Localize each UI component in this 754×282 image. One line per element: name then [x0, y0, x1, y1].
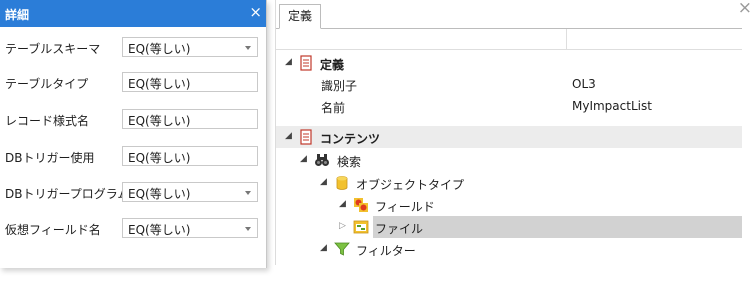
db-trigger-use-input[interactable]: EQ(等しい) [122, 146, 258, 166]
tree-node-label: フィルター [356, 244, 416, 258]
property-label: 名前 [321, 101, 346, 115]
tree-node-object-type[interactable]: ◢ オブジェクトタイプ [276, 172, 742, 194]
table-schema-select[interactable]: EQ(等しい) [122, 37, 258, 57]
document-icon [300, 129, 312, 145]
tree-node-field[interactable]: ◢ フィールド [276, 194, 742, 216]
column-header [276, 29, 742, 50]
virtual-field-select[interactable]: EQ(等しい) [122, 218, 258, 238]
tree-node-label: オブジェクトタイプ [356, 178, 465, 192]
tree-node-label: コンテンツ [320, 132, 381, 146]
tab-bar: 定義 [276, 0, 742, 29]
field-value: EQ(等しい) [128, 187, 191, 201]
collapse-icon[interactable]: ◢ [320, 243, 327, 253]
field-label: テーブルタイプ [5, 77, 89, 91]
field-row-table-schema: テーブルスキーマ EQ(等しい) [0, 37, 266, 59]
expand-icon[interactable]: ▷ [339, 221, 346, 231]
field-label: DBトリガープログラム [5, 187, 130, 201]
db-trigger-program-select[interactable]: EQ(等しい) [122, 182, 258, 202]
database-icon [336, 176, 348, 190]
collapse-icon[interactable]: ◢ [339, 199, 346, 209]
selection-highlight [373, 216, 742, 238]
collapse-icon[interactable]: ◢ [285, 57, 292, 67]
field-value: EQ(等しい) [128, 151, 191, 165]
field-row-db-trigger-use: DBトリガー使用 EQ(等しい) [0, 146, 266, 168]
field-row-table-type: テーブルタイプ EQ(等しい) [0, 72, 266, 94]
property-row-identifier: 識別子 OL3 [276, 74, 742, 96]
close-icon[interactable]: × [249, 3, 262, 21]
document-icon [300, 55, 312, 71]
table-type-input[interactable]: EQ(等しい) [122, 72, 258, 92]
binoculars-icon [315, 154, 329, 166]
field-row-record-format: レコード様式名 EQ(等しい) [0, 109, 266, 131]
chevron-down-icon[interactable] [245, 46, 251, 50]
detail-panel-title: 詳細 [5, 8, 30, 22]
detail-panel-header: 詳細 × [0, 0, 266, 27]
chevron-down-icon[interactable] [245, 191, 251, 195]
property-value: MyImpactList [572, 99, 652, 113]
field-icon [354, 198, 368, 212]
tree-node-label: 検索 [337, 155, 362, 169]
tree-node-search[interactable]: ◢ 検索 [276, 149, 742, 171]
close-icon[interactable]: × [738, 0, 752, 18]
property-value: OL3 [572, 77, 596, 91]
funnel-icon [334, 242, 350, 256]
collapse-icon[interactable]: ◢ [300, 154, 307, 164]
field-value: EQ(等しい) [128, 223, 191, 237]
tab-definition[interactable]: 定義 [279, 4, 322, 29]
tree-node-contents[interactable]: ◢ コンテンツ [276, 126, 742, 148]
field-row-virtual-field: 仮想フィールド名 EQ(等しい) [0, 218, 266, 240]
tree-node-label: 定義 [320, 58, 345, 72]
tree-node-label: フィールド [375, 200, 435, 214]
collapse-icon[interactable]: ◢ [320, 177, 327, 187]
field-label: レコード様式名 [5, 114, 90, 128]
record-format-input[interactable]: EQ(等しい) [122, 109, 258, 129]
tree-node-label: ファイル [375, 222, 424, 236]
field-label: テーブルスキーマ [5, 42, 101, 56]
field-row-db-trigger-program: DBトリガープログラム EQ(等しい) [0, 182, 266, 204]
chevron-down-icon[interactable] [245, 227, 251, 231]
column-divider[interactable] [566, 29, 567, 49]
tree-node-definition[interactable]: ◢ 定義 [276, 52, 742, 74]
tree-node-file[interactable]: ▷ ファイル [276, 216, 742, 238]
field-label: DBトリガー使用 [5, 151, 95, 165]
property-row-name: 名前 MyImpactList [276, 96, 742, 118]
tree-node-filter[interactable]: ◢ フィルター [276, 238, 742, 260]
detail-panel: 詳細 × テーブルスキーマ EQ(等しい) テーブルタイプ EQ(等しい) レコ… [0, 0, 267, 268]
file-table-icon [353, 220, 369, 234]
field-value: EQ(等しい) [128, 77, 191, 91]
field-value: EQ(等しい) [128, 114, 191, 128]
field-value: EQ(等しい) [128, 42, 191, 56]
field-label: 仮想フィールド名 [5, 223, 101, 237]
property-label: 識別子 [321, 79, 358, 93]
collapse-icon[interactable]: ◢ [285, 131, 292, 141]
definition-panel: 定義 × ◢ 定義 識別子 OL3 名前 MyImpactList ◢ コンテン… [275, 0, 752, 265]
